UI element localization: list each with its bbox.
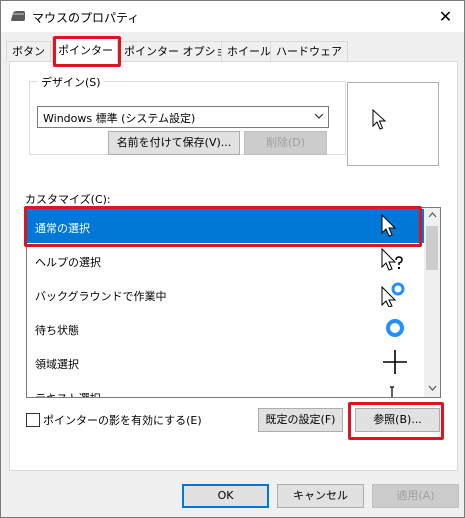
design-group: デザイン(S) Windows 標準 (システム設定) 名前を付けて保存(V).… — [29, 74, 346, 155]
list-item-text-select[interactable]: テキスト選択 — [27, 379, 425, 397]
pointer-shadow-label: ポインターの影を有効にする(E) — [43, 414, 202, 427]
browse-button[interactable]: 参照(B)... — [355, 408, 440, 432]
working-background-cursor-icon — [381, 282, 405, 307]
list-item-label: 領域選択 — [35, 358, 79, 371]
chevron-down-icon — [314, 113, 324, 119]
preview-arrow-cursor-icon — [372, 109, 387, 130]
pointers-panel: デザイン(S) Windows 標準 (システム設定) 名前を付けて保存(V).… — [9, 61, 458, 471]
list-item-label: 待ち状態 — [35, 324, 79, 337]
save-as-button[interactable]: 名前を付けて保存(V)... — [108, 131, 240, 155]
list-item-label: 通常の選択 — [35, 222, 90, 235]
customize-label: カスタマイズ(C): — [25, 193, 111, 206]
ok-button[interactable]: OK — [182, 484, 269, 508]
scroll-up-icon[interactable] — [424, 208, 440, 224]
close-icon: ✕ — [438, 7, 453, 26]
precision-cursor-icon — [383, 350, 407, 374]
scheme-dropdown[interactable]: Windows 標準 (システム設定) — [37, 106, 329, 128]
text-cursor-icon — [390, 386, 394, 397]
help-cursor-icon — [381, 247, 403, 271]
tab-strip: ボタン ポインター ポインター オプション ホイール ハードウェア — [1, 32, 464, 63]
delete-button[interactable]: 削除(D) — [244, 131, 327, 155]
tab-buttons[interactable]: ボタン — [6, 41, 51, 61]
cursor-list[interactable]: 通常の選択 ヘルプの選択 バックグラウンドで作業中 待ち状態 領域選択 — [26, 207, 441, 398]
list-item-normal-select[interactable]: 通常の選択 — [27, 209, 425, 243]
list-item-label: ヘルプの選択 — [35, 256, 101, 269]
arrow-cursor-icon — [381, 213, 397, 237]
busy-cursor-icon — [386, 319, 404, 337]
mouse-properties-window: マウスのプロパティ ✕ ボタン ポインター ポインター オプション ホイール ハ… — [0, 0, 465, 518]
scroll-thumb[interactable] — [426, 226, 438, 270]
scroll-down-icon[interactable] — [424, 381, 440, 397]
tab-pointers[interactable]: ポインター — [52, 37, 118, 63]
list-item-precision-select[interactable]: 領域選択 — [27, 345, 425, 379]
scheme-dropdown-value: Windows 標準 (システム設定) — [43, 112, 196, 125]
design-group-label: デザイン(S) — [38, 74, 104, 90]
tab-wheel[interactable]: ホイール — [221, 41, 277, 61]
list-item-help-select[interactable]: ヘルプの選択 — [27, 243, 425, 277]
title-bar: マウスのプロパティ ✕ — [1, 1, 464, 32]
use-default-button[interactable]: 既定の設定(F) — [258, 408, 343, 432]
apply-button[interactable]: 適用(A) — [372, 484, 459, 508]
list-item-busy[interactable]: 待ち状態 — [27, 311, 425, 345]
pointer-shadow-checkbox[interactable] — [26, 413, 40, 427]
list-item-working-background[interactable]: バックグラウンドで作業中 — [27, 277, 425, 311]
list-scrollbar[interactable] — [424, 208, 440, 397]
close-button[interactable]: ✕ — [427, 1, 464, 32]
mouse-app-icon — [11, 11, 25, 21]
window-title: マウスのプロパティ — [32, 11, 140, 25]
cancel-button[interactable]: キャンセル — [277, 484, 364, 508]
dialog-footer: OK キャンセル 適用(A) — [1, 471, 464, 517]
cursor-preview — [347, 82, 439, 166]
tab-hardware[interactable]: ハードウェア — [270, 41, 348, 61]
list-item-label: テキスト選択 — [35, 390, 101, 397]
list-item-label: バックグラウンドで作業中 — [35, 290, 167, 303]
